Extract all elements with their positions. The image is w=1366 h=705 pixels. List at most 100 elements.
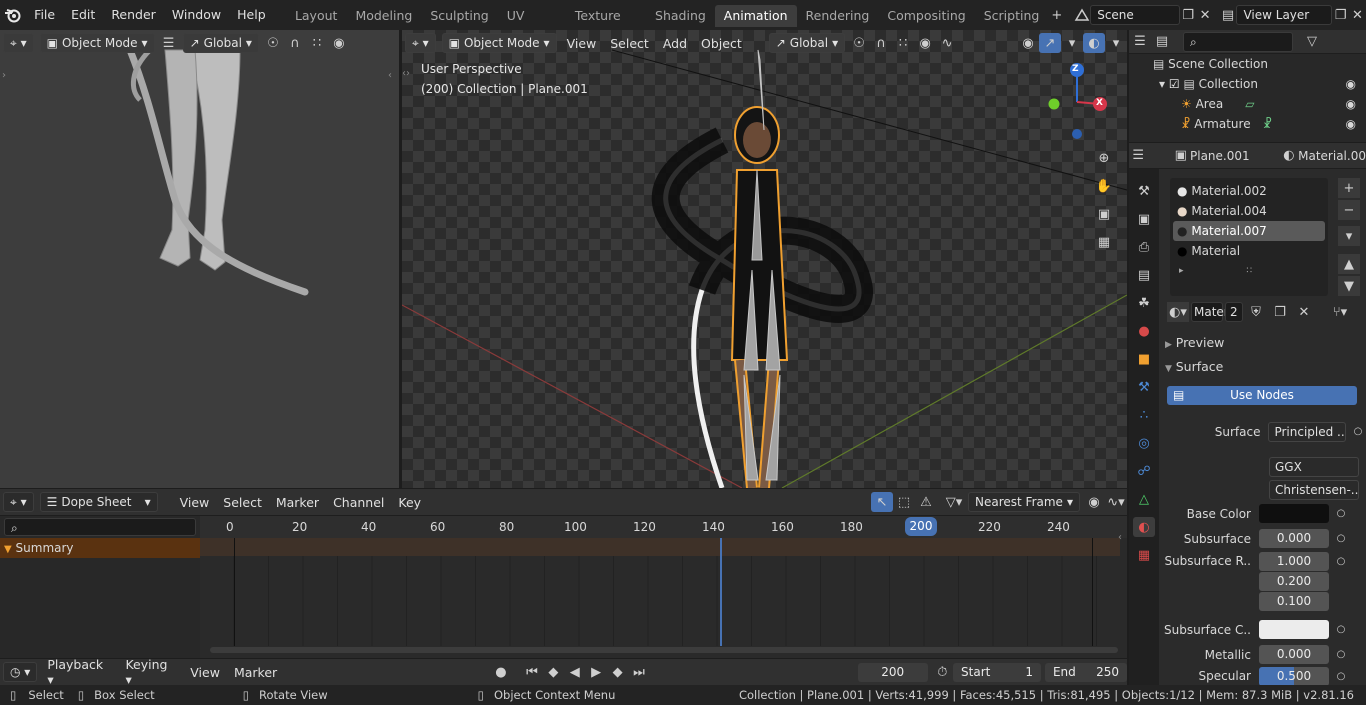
world-tab-icon[interactable]: ● <box>1133 321 1155 341</box>
delete-scene-icon[interactable]: ✕ <box>1197 5 1214 25</box>
next-keyframe-icon[interactable]: ◆ <box>607 662 628 682</box>
scene-icon[interactable] <box>1073 5 1090 25</box>
link-socket-icon[interactable]: ○ <box>1333 647 1349 663</box>
move-up-icon[interactable]: ▲ <box>1338 254 1360 274</box>
tab-shading[interactable]: Shading <box>646 5 715 27</box>
constraints-tab-icon[interactable]: ☍ <box>1133 461 1155 481</box>
metallic-field[interactable]: 0.000 <box>1259 645 1329 664</box>
material-slot[interactable]: ● Material <box>1173 241 1325 261</box>
falloff-icon[interactable]: ∿ <box>936 33 958 53</box>
snap-target-icon[interactable]: ∷ <box>892 33 914 53</box>
outliner-row-collection[interactable]: ▾ ☑ ▤ Collection ◉ <box>1153 74 1366 94</box>
editor-type-button[interactable]: ⌖ ▾ <box>3 492 34 512</box>
node-tree-icon[interactable]: ⑂▾ <box>1329 302 1351 322</box>
add-slot-icon[interactable]: + <box>1338 178 1360 198</box>
distribution-dropdown[interactable]: GGX <box>1269 456 1359 477</box>
pivot-icon[interactable]: ☉ <box>848 33 870 53</box>
dope-sheet-editor[interactable]: ⌖ ▾ ☰ Dope Sheet ▾ View Select Marker Chan… <box>0 489 1127 658</box>
channel-search-input[interactable]: ⌕ <box>4 518 196 536</box>
tab-texture-paint[interactable]: Texture Paint <box>566 5 646 45</box>
sidebar-toggle-icon[interactable]: ‹ <box>1118 532 1122 543</box>
specular-field[interactable]: 0.500 <box>1259 667 1329 685</box>
material-slot[interactable]: ● Material.004 <box>1173 201 1325 221</box>
remove-slot-icon[interactable]: − <box>1338 200 1360 220</box>
toolbar-expand-icon[interactable]: ‹› <box>402 68 410 79</box>
dopesheet-menu-marker[interactable]: Marker <box>269 495 326 510</box>
editor-type-button[interactable]: ⌖ ▾ <box>3 33 34 53</box>
end-frame-field[interactable]: End 250 <box>1044 662 1128 682</box>
current-frame-indicator[interactable]: 200 <box>905 517 937 536</box>
new-scene-icon[interactable]: ❐ <box>1180 5 1197 25</box>
delete-view-layer-icon[interactable]: ✕ <box>1349 5 1366 25</box>
properties-editor-icon[interactable]: ☰ <box>1129 146 1148 166</box>
start-frame-field[interactable]: Start 1 <box>953 662 1041 682</box>
collapse-arrow-icon[interactable]: › <box>2 70 6 81</box>
output-tab-icon[interactable]: ⎙ <box>1133 237 1155 257</box>
menu-help[interactable]: Help <box>229 0 274 30</box>
timeline-menu-view[interactable]: View <box>183 665 227 680</box>
overlays-dropdown-icon[interactable]: ▾ <box>1105 33 1127 53</box>
summary-channel[interactable]: ▼ Summary <box>0 538 200 558</box>
main-mode-dropdown[interactable]: ▣ Object Mode ▾ <box>441 33 557 53</box>
eye-icon[interactable]: ◉ <box>1346 94 1356 114</box>
subsurface-radius-x-field[interactable]: 1.000 <box>1259 551 1329 571</box>
texture-tab-icon[interactable]: ▦ <box>1133 545 1155 565</box>
unlink-material-icon[interactable]: ✕ <box>1293 302 1315 322</box>
play-icon[interactable]: ▶ <box>585 662 606 682</box>
object-data-tab-icon[interactable]: △ <box>1133 489 1155 509</box>
playhead-line[interactable] <box>720 538 722 646</box>
link-socket-icon[interactable]: ○ <box>1350 424 1366 440</box>
subsurface-radius-z-field[interactable]: 0.100 <box>1259 591 1329 611</box>
slot-menu-icon[interactable]: ▾ <box>1338 226 1360 246</box>
viewport-menu-add[interactable]: Add <box>656 36 694 51</box>
material-users-count[interactable]: 2 <box>1225 302 1243 322</box>
scene-tab-icon[interactable]: ☘ <box>1133 293 1155 313</box>
tool-tab-icon[interactable]: ⚒ <box>1133 181 1155 201</box>
preview-panel-header[interactable]: ▶ Preview <box>1165 333 1365 353</box>
gizmo-dropdown-icon[interactable]: ▾ <box>1061 33 1083 53</box>
subsurface-radius-y-field[interactable]: 0.200 <box>1259 571 1329 591</box>
keyframe-area[interactable] <box>200 538 1120 646</box>
editor-type-button[interactable]: ⌖ ▾ <box>405 33 436 53</box>
ortho-grid-icon[interactable]: ▦ <box>1093 232 1115 252</box>
warning-icon[interactable]: ⚠ <box>915 492 937 512</box>
tab-layout[interactable]: Layout <box>286 5 347 27</box>
viewport-menu-view[interactable]: View <box>560 36 604 51</box>
dopesheet-menu-channel[interactable]: Channel <box>326 495 391 510</box>
display-mode-icon[interactable]: ▤ <box>1151 32 1173 52</box>
box-select-icon[interactable]: ⬚ <box>893 492 915 512</box>
fake-user-shield-icon[interactable]: ⛨ <box>1245 302 1267 322</box>
playback-menu[interactable]: Playback ▾ <box>40 657 118 687</box>
move-down-icon[interactable]: ▼ <box>1338 276 1360 296</box>
gizmo-toggle-icon[interactable]: ↗ <box>1039 33 1061 53</box>
eye-icon[interactable]: ◉ <box>1346 114 1356 134</box>
tab-sculpting[interactable]: Sculpting <box>421 5 497 27</box>
checkbox-icon[interactable]: ☑ <box>1169 77 1180 91</box>
material-tab-icon[interactable]: ◐ <box>1133 517 1155 537</box>
new-view-layer-icon[interactable]: ❐ <box>1332 5 1349 25</box>
link-socket-icon[interactable]: ○ <box>1333 531 1349 547</box>
proportional-icon[interactable]: ◉ <box>1083 492 1105 512</box>
view-layer-icon[interactable]: ▤ <box>1220 5 1237 25</box>
tab-uv-editing[interactable]: UV Editing <box>498 5 566 45</box>
outliner-editor-icon[interactable]: ☰ <box>1129 32 1151 52</box>
menu-edit[interactable]: Edit <box>63 0 103 30</box>
dopesheet-menu-view[interactable]: View <box>173 495 217 510</box>
viewport-menu-object[interactable]: Object <box>694 36 749 51</box>
material-slot[interactable]: ● Material.002 <box>1173 181 1325 201</box>
subsurface-method-dropdown[interactable]: Christensen-... <box>1269 480 1359 500</box>
jump-end-icon[interactable]: ⏭ <box>628 662 649 682</box>
snap-mode-dropdown[interactable]: Nearest Frame ▾ <box>968 492 1080 512</box>
material-name-field[interactable]: Mater <box>1191 302 1229 322</box>
select-cursor-icon[interactable]: ↖ <box>871 492 893 512</box>
base-color-swatch[interactable] <box>1259 504 1329 523</box>
left-orientation-dropdown[interactable]: ↗ Global ▾ <box>182 33 259 53</box>
visibility-eye-icon[interactable]: ◉ <box>1017 33 1039 53</box>
blender-logo-icon[interactable] <box>0 5 26 25</box>
list-expand-icon[interactable]: ▸ ∷ <box>1173 261 1325 281</box>
copy-material-icon[interactable]: ❐ <box>1269 302 1291 322</box>
pivot-icon[interactable]: ☉ <box>262 33 284 53</box>
main-orientation-dropdown[interactable]: ↗ Global ▾ <box>768 33 846 53</box>
left-3d-viewport[interactable]: ⌖ ▾ ▣ Object Mode ▾ ☰ ↗ Global ▾ ☉ ∩ ∷ ◉ ›… <box>0 30 399 488</box>
tab-animation[interactable]: Animation <box>714 5 797 27</box>
